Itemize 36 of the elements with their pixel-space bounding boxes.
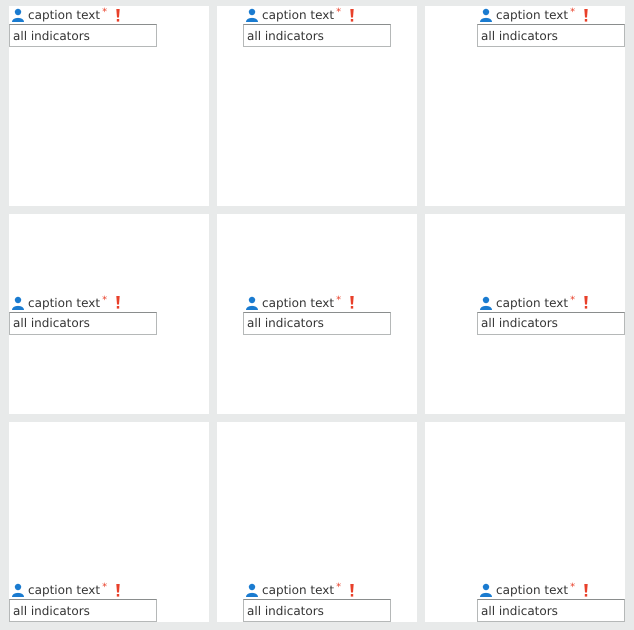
input-field[interactable]: all indicators [477, 24, 625, 47]
user-icon [245, 8, 259, 22]
required-mark: * [336, 582, 342, 593]
required-mark: * [102, 7, 108, 18]
user-icon [479, 296, 493, 310]
required-mark: * [570, 582, 576, 593]
required-mark: * [336, 7, 342, 18]
input-field[interactable]: all indicators [9, 24, 157, 47]
caption: caption text [496, 296, 568, 310]
required-mark: * [570, 294, 576, 306]
user-icon [11, 583, 25, 597]
caption: caption text [262, 296, 334, 310]
user-icon [245, 583, 259, 597]
caption: caption text [496, 8, 568, 22]
caption: caption text [496, 583, 568, 597]
user-icon [11, 8, 25, 22]
input-field[interactable]: all indicators [477, 312, 625, 334]
input-field[interactable]: all indicators [477, 599, 625, 622]
input-field[interactable]: all indicators [243, 24, 391, 47]
user-icon [245, 296, 259, 310]
input-field[interactable]: all indicators [9, 312, 157, 334]
input-field[interactable]: all indicators [243, 312, 391, 334]
required-mark: * [102, 294, 108, 306]
user-icon [11, 296, 25, 310]
input-field[interactable]: all indicators [243, 599, 391, 622]
caption: caption text [28, 583, 100, 597]
required-mark: * [102, 582, 108, 593]
caption: caption text [28, 296, 100, 310]
caption: caption text [262, 8, 334, 22]
required-mark: * [336, 294, 342, 306]
input-field[interactable]: all indicators [9, 599, 157, 622]
user-icon [479, 583, 493, 597]
caption: caption text [262, 583, 334, 597]
caption: caption text [28, 8, 100, 22]
required-mark: * [570, 7, 576, 18]
user-icon [479, 8, 493, 22]
